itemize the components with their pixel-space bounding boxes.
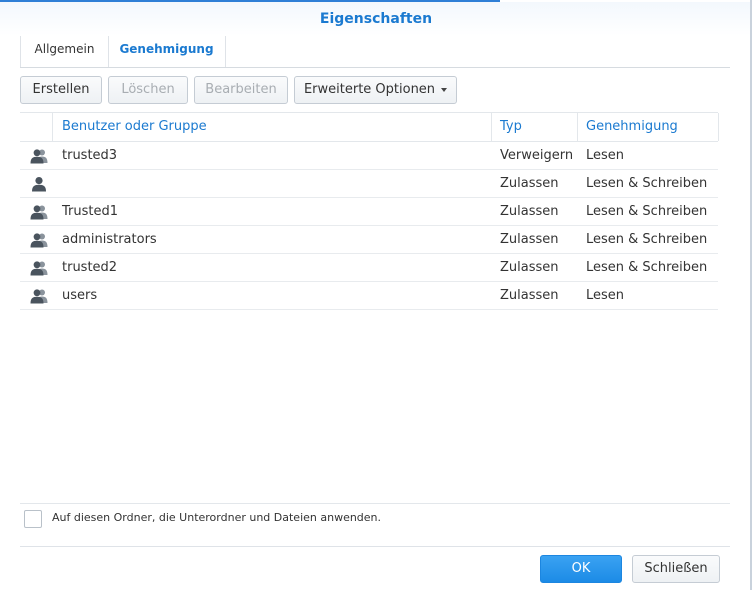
cell-permission: Lesen & Schreiben: [586, 232, 708, 247]
cell-permission: Lesen & Schreiben: [586, 204, 708, 219]
table-row[interactable]: Trusted1 Zulassen Lesen & Schreiben: [20, 198, 718, 226]
close-button[interactable]: Schließen: [632, 555, 720, 583]
cell-type: Verweigern: [500, 148, 574, 163]
table-row[interactable]: trusted2 Zulassen Lesen & Schreiben: [20, 254, 718, 282]
grid-header: Benutzer oder Gruppe Typ Genehmigung: [20, 112, 719, 142]
cell-user-or-group: trusted2: [62, 260, 118, 275]
apply-to-subfolders-checkbox[interactable]: [24, 510, 42, 528]
table-row[interactable]: Zulassen Lesen & Schreiben: [20, 170, 718, 198]
apply-to-subfolders-label: Auf diesen Ordner, die Unterordner und D…: [52, 511, 382, 524]
column-separator: [52, 113, 53, 141]
tab-bar-divider: [20, 67, 730, 68]
cell-type: Zulassen: [500, 204, 559, 219]
permissions-grid: Benutzer oder Gruppe Typ Genehmigung tru…: [20, 112, 719, 310]
ok-button[interactable]: OK: [540, 555, 622, 583]
group-icon: [30, 260, 48, 276]
tab-genehmigung[interactable]: Genehmigung: [108, 36, 226, 67]
cell-permission: Lesen & Schreiben: [586, 260, 708, 275]
column-separator: [491, 113, 492, 141]
cell-user-or-group: users: [62, 288, 98, 303]
delete-button[interactable]: Löschen: [108, 76, 188, 104]
table-row[interactable]: users Zulassen Lesen: [20, 282, 718, 310]
window-title: Eigenschaften: [0, 2, 752, 36]
column-header-user-or-group[interactable]: Benutzer oder Gruppe: [62, 113, 207, 141]
grid-bottom-divider: [20, 503, 730, 504]
cell-user-or-group: administrators: [62, 232, 157, 247]
cell-type: Zulassen: [500, 288, 559, 303]
column-separator: [718, 113, 719, 141]
grid-body: trusted3 Verweigern Lesen Zulassen Lesen & S…: [20, 142, 718, 310]
footer-divider: [20, 546, 730, 547]
advanced-options-label: Erweiterte Optionen: [303, 82, 436, 97]
table-row[interactable]: trusted3 Verweigern Lesen: [20, 142, 718, 170]
caret-down-icon: [441, 87, 448, 92]
cell-type: Zulassen: [500, 232, 559, 247]
cell-type: Zulassen: [500, 176, 559, 191]
cell-permission: Lesen: [586, 148, 625, 163]
table-row[interactable]: administrators Zulassen Lesen & Schreiben: [20, 226, 718, 254]
create-button[interactable]: Erstellen: [20, 76, 102, 104]
cell-permission: Lesen & Schreiben: [586, 176, 708, 191]
group-icon: [30, 232, 48, 248]
edit-button[interactable]: Bearbeiten: [194, 76, 288, 104]
user-icon: [30, 176, 48, 192]
cell-type: Zulassen: [500, 260, 559, 275]
cell-user-or-group: trusted3: [62, 148, 118, 163]
advanced-options-button[interactable]: Erweiterte Optionen: [294, 76, 457, 104]
group-icon: [30, 148, 48, 164]
column-header-permission[interactable]: Genehmigung: [586, 113, 678, 141]
group-icon: [30, 288, 48, 304]
tab-bar: Allgemein Genehmigung: [20, 36, 730, 68]
tab-allgemein[interactable]: Allgemein: [20, 36, 109, 67]
group-icon: [30, 204, 48, 220]
cell-permission: Lesen: [586, 288, 625, 303]
cell-user-or-group: Trusted1: [62, 204, 119, 219]
column-separator: [577, 113, 578, 141]
column-header-type[interactable]: Typ: [500, 113, 522, 141]
